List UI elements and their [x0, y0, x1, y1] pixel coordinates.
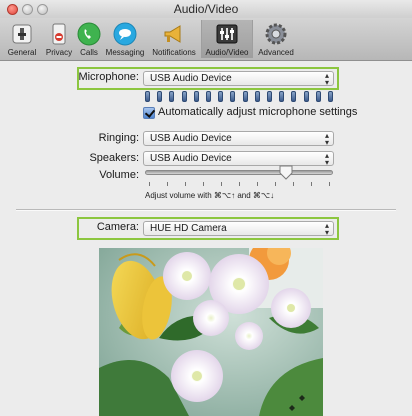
privacy-icon — [52, 23, 66, 45]
title-bar: Audio/Video — [0, 0, 412, 18]
microphone-select-value: USB Audio Device — [150, 73, 232, 84]
toolbar-label: Advanced — [258, 48, 294, 57]
updown-arrows-icon: ▴ ▾ — [324, 221, 329, 237]
level-segment — [157, 91, 162, 102]
toolbar-item-messaging[interactable]: Messaging — [104, 20, 146, 58]
updown-arrows-icon: ▴ ▾ — [324, 131, 329, 147]
level-segment — [304, 91, 309, 102]
toolbar-item-privacy[interactable]: Privacy — [42, 20, 76, 58]
section-separator — [16, 209, 396, 210]
volume-tick — [311, 182, 312, 186]
level-segment — [194, 91, 199, 102]
level-segment — [218, 91, 223, 102]
level-segment — [316, 91, 321, 102]
toolbar-label: Notifications — [152, 48, 196, 57]
microphone-label: Microphone: — [78, 71, 139, 83]
preferences-window: Audio/Video General Privacy Calls Messag… — [0, 0, 412, 416]
volume-slider-track[interactable] — [145, 170, 333, 175]
volume-tick — [185, 182, 186, 186]
window-title: Audio/Video — [173, 2, 239, 16]
level-segment — [230, 91, 235, 102]
level-segment — [206, 91, 211, 102]
toolbar-label: Calls — [80, 48, 98, 57]
camera-preview-image — [99, 248, 323, 416]
volume-slider-knob[interactable] — [279, 165, 293, 180]
updown-arrows-icon: ▴ ▾ — [324, 151, 329, 167]
volume-tick — [329, 182, 330, 186]
gear-icon — [265, 23, 287, 45]
volume-tick — [149, 182, 150, 186]
megaphone-icon — [164, 25, 181, 43]
ringing-select[interactable]: USB Audio Device ▴ ▾ — [143, 131, 334, 147]
volume-tick — [275, 182, 276, 186]
level-segment — [328, 91, 333, 102]
level-segment — [291, 91, 296, 102]
messaging-icon — [113, 22, 137, 46]
speakers-select[interactable]: USB Audio Device ▴ ▾ — [143, 151, 334, 167]
toolbar-label: Audio/Video — [205, 48, 249, 57]
level-segment — [145, 91, 150, 102]
audio-video-panel: Microphone: USB Audio Device ▴ ▾ Automati… — [0, 61, 412, 416]
preferences-toolbar: General Privacy Calls Messaging Notifica… — [0, 18, 412, 61]
microphone-select[interactable]: USB Audio Device ▴ ▾ — [143, 71, 334, 87]
toolbar-item-audio-video[interactable]: Audio/Video — [201, 20, 253, 58]
volume-tick — [203, 182, 204, 186]
toolbar-item-general[interactable]: General — [4, 20, 40, 58]
volume-tick — [167, 182, 168, 186]
level-segment — [243, 91, 248, 102]
general-icon — [12, 24, 32, 44]
ringing-label: Ringing: — [98, 132, 139, 144]
toolbar-label: General — [7, 48, 37, 57]
calls-icon — [77, 22, 101, 46]
auto-adjust-label: Automatically adjust microphone settings — [158, 106, 358, 118]
toolbar-label: Privacy — [45, 48, 73, 57]
updown-arrows-icon: ▴ ▾ — [324, 71, 329, 87]
camera-preview — [99, 248, 323, 416]
volume-tick — [293, 182, 294, 186]
volume-tick — [239, 182, 240, 186]
input-level-meter — [145, 91, 333, 103]
level-segment — [255, 91, 260, 102]
camera-select-value: HUE HD Camera — [150, 223, 227, 234]
toolbar-item-notifications[interactable]: Notifications — [148, 20, 200, 58]
auto-adjust-checkbox[interactable] — [143, 107, 155, 119]
speakers-select-value: USB Audio Device — [150, 153, 232, 164]
level-segment — [279, 91, 284, 102]
volume-tick — [257, 182, 258, 186]
ringing-select-value: USB Audio Device — [150, 133, 232, 144]
volume-shortcut-hint: Adjust volume with ⌘⌥↑ and ⌘⌥↓ — [145, 191, 275, 200]
volume-tick — [221, 182, 222, 186]
volume-label: Volume: — [99, 169, 139, 181]
camera-label: Camera: — [96, 221, 139, 233]
camera-select[interactable]: HUE HD Camera ▴ ▾ — [143, 221, 334, 237]
level-segment — [267, 91, 272, 102]
audio-video-icon — [216, 24, 238, 44]
toolbar-item-advanced[interactable]: Advanced — [255, 20, 297, 58]
speakers-label: Speakers: — [89, 152, 139, 164]
toolbar-label: Messaging — [105, 48, 145, 57]
level-segment — [169, 91, 174, 102]
level-segment — [182, 91, 187, 102]
toolbar-item-calls[interactable]: Calls — [76, 20, 102, 58]
